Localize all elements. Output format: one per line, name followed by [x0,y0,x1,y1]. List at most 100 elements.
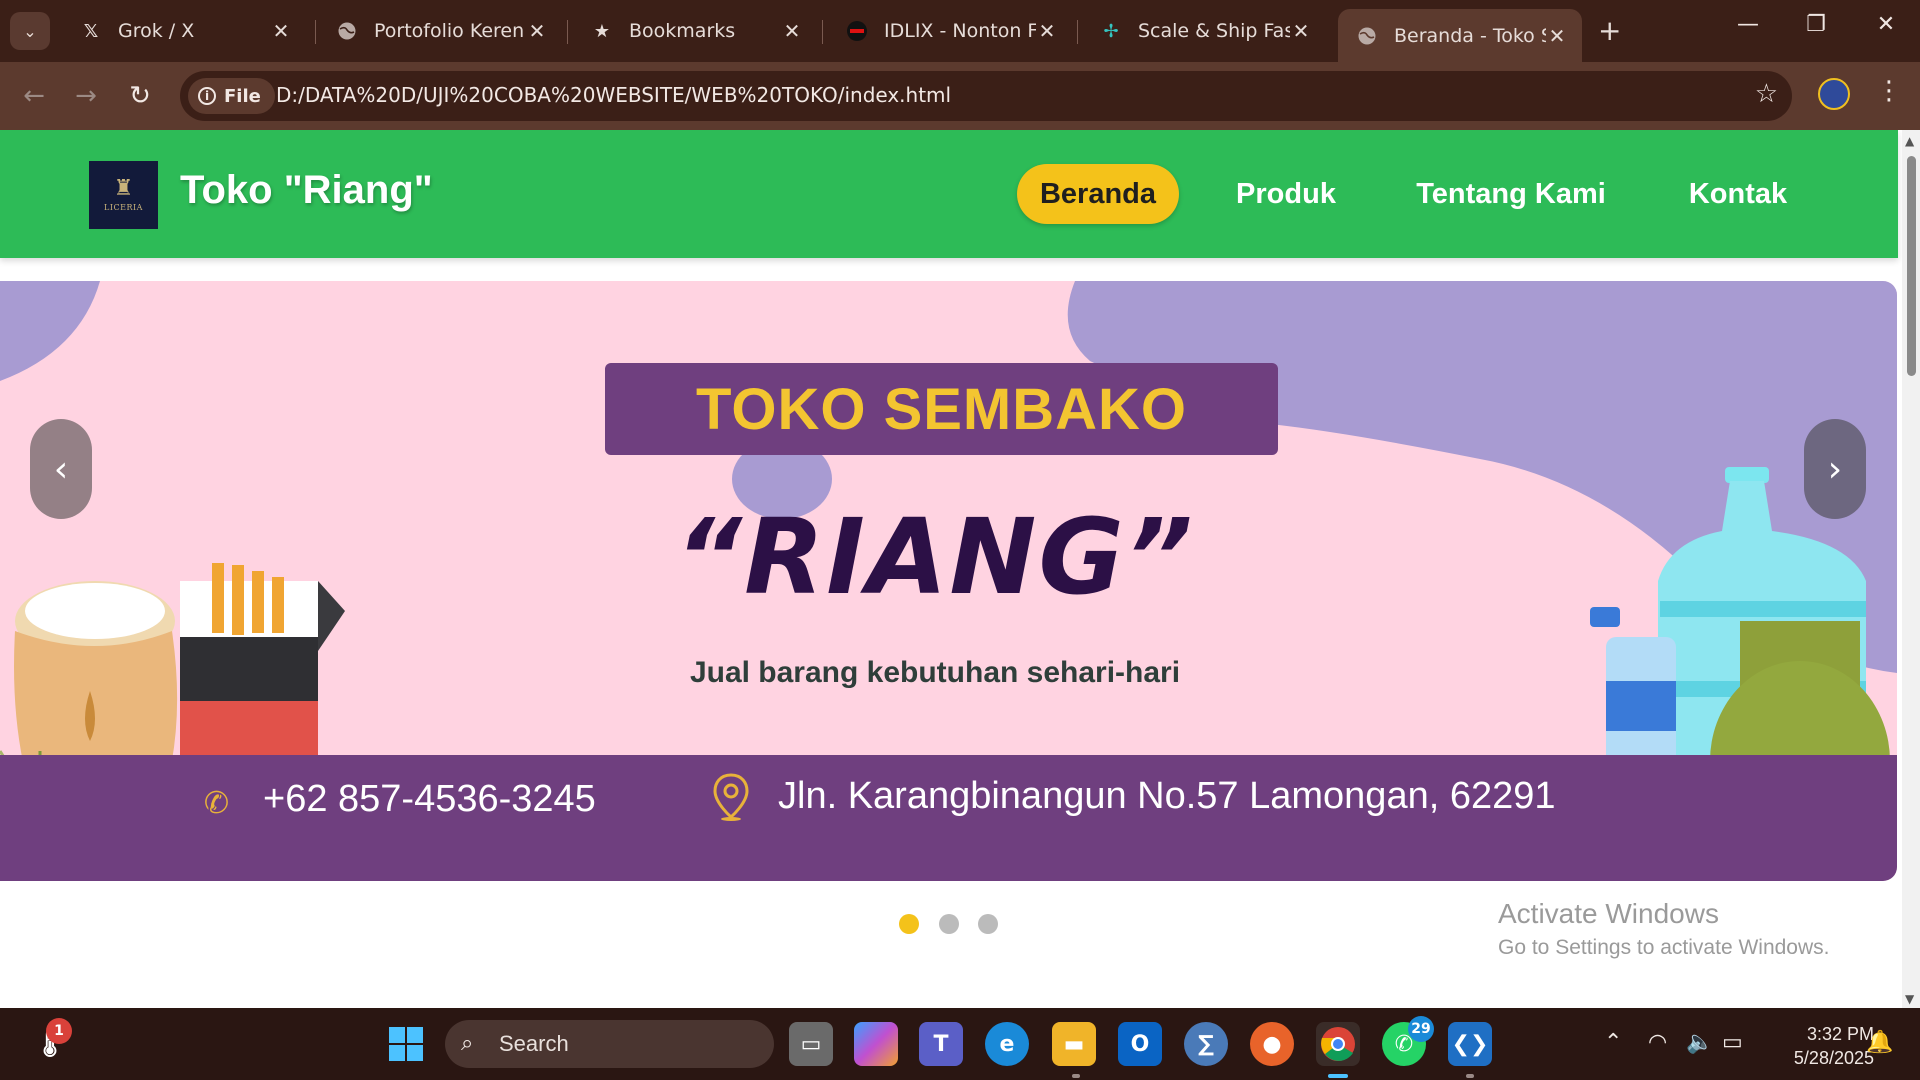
browser-tab[interactable]: Portofolio Keren ✕ [318,9,562,53]
tab-search-button[interactable]: ⌄ [10,12,50,50]
file-chip-label: File [224,85,261,107]
arrow-right-icon: → [75,81,97,111]
scroll-thumb[interactable] [1907,156,1916,376]
nav-beranda[interactable]: Beranda [1017,164,1179,224]
hero-banner-slide: TOKO SEMBAKO “RIANG” Jual barang kebutuh… [0,281,1897,881]
site-logo[interactable]: ♜ LICERIA [89,161,158,229]
new-tab-button[interactable]: + [1598,14,1621,47]
chevron-left-icon: ‹ [53,448,69,490]
carousel-prev-button[interactable]: ‹ [30,419,92,519]
address-bar[interactable]: i File D:/DATA%20D/UJI%20COBA%20WEBSITE/… [180,71,1792,121]
whatsapp-badge: 29 [1408,1016,1434,1042]
file-explorer-icon[interactable]: ▬ [1052,1022,1096,1066]
browser-tab[interactable]: IDLIX - Nonton Film ✕ [828,9,1072,53]
taskbar-search[interactable]: ⌕ Search [445,1020,774,1068]
site-info-chip[interactable]: i File [188,78,275,114]
volume-muted-icon[interactable]: 🔈 [1686,1030,1713,1055]
vscode-icon[interactable]: ❮❯ [1448,1022,1492,1066]
browser-tab[interactable]: ★ Bookmarks ✕ [573,9,817,53]
browser-tab[interactable]: 𝕏 Grok / X ✕ [62,9,306,53]
page-scrollbar[interactable]: ▲ ▼ [1902,130,1920,1008]
banner-title: TOKO SEMBAKO [605,363,1278,455]
globe-icon [336,20,358,42]
calculator-app-icon[interactable]: ∑ [1184,1022,1228,1066]
banner-store-name: “RIANG” [675,496,1195,618]
banner-tagline: Jual barang kebutuhan sehari-hari [689,656,1181,689]
close-tab-icon[interactable]: ✕ [781,19,803,43]
restore-button[interactable]: ❐ [1796,12,1836,37]
watermark-subtitle: Go to Settings to activate Windows. [1498,936,1830,959]
site-header: ♜ LICERIA Toko "Riang" Beranda Produk Te… [0,130,1898,258]
outlook-icon[interactable]: O [1118,1022,1162,1066]
copilot-icon[interactable] [854,1022,898,1066]
battery-icon[interactable]: ▭ [1722,1030,1743,1055]
widget-badge: 1 [46,1018,72,1044]
firefox-icon[interactable]: ● [1250,1022,1294,1066]
carousel-next-button[interactable]: › [1804,419,1866,519]
wifi-icon[interactable]: ◠ [1648,1030,1667,1055]
forward-button[interactable]: → [66,76,106,116]
page-viewport: ♜ LICERIA Toko "Riang" Beranda Produk Te… [0,130,1902,1008]
arrow-left-icon: ← [23,81,45,111]
browser-tab[interactable]: ✢ Scale & Ship Faster ✕ [1082,9,1326,53]
search-placeholder: Search [499,1031,569,1056]
windows-start-icon[interactable] [384,1022,428,1066]
notification-bell-icon[interactable]: 🔔 [1866,1030,1893,1055]
chevron-right-icon: › [1827,448,1843,490]
close-window-button[interactable]: ✕ [1866,12,1906,37]
windows-taskbar: 🌡 1 ⌕ Search ▭ T e ▬ O ∑ ● ✆ 29 ❮❯ ⌃ ◠ 🔈… [0,1008,1920,1080]
tab-title: Grok / X [118,20,195,42]
close-tab-icon[interactable]: ✕ [1546,24,1568,48]
scroll-down-icon[interactable]: ▼ [1905,992,1914,1006]
scroll-up-icon[interactable]: ▲ [1905,134,1914,148]
url-text[interactable]: D:/DATA%20D/UJI%20COBA%20WEBSITE/WEB%20T… [276,83,951,107]
browser-tab-active[interactable]: Beranda - Toko Sembako ✕ [1338,9,1582,62]
watermark-title: Activate Windows [1498,898,1719,929]
chevron-up-icon[interactable]: ⌃ [1604,1030,1622,1055]
x-logo-icon: 𝕏 [83,20,99,42]
search-icon: ⌕ [461,1030,474,1055]
carousel-dot[interactable] [899,914,919,934]
activate-windows-watermark: Activate Windows Go to Settings to activ… [1498,898,1830,960]
edge-icon[interactable]: e [985,1022,1029,1066]
clock-time: 3:32 PM [1806,1024,1874,1044]
clock-date: 5/28/2025 [1793,1048,1874,1068]
carousel-dot[interactable] [978,914,998,934]
bookmark-star-icon[interactable]: ☆ [1755,79,1778,109]
teams-icon[interactable]: T [919,1022,963,1066]
idlix-icon [846,20,868,42]
close-tab-icon[interactable]: ✕ [1036,19,1058,43]
sparkle-icon: ✢ [1103,20,1119,42]
close-tab-icon[interactable]: ✕ [270,19,292,43]
close-tab-icon[interactable]: ✕ [526,19,548,43]
carousel-dot[interactable] [939,914,959,934]
task-view-icon[interactable]: ▭ [789,1022,833,1066]
browser-menu-icon[interactable]: ⋮ [1876,76,1902,106]
back-button[interactable]: ← [14,76,54,116]
star-icon: ★ [593,20,611,42]
nav-kontak[interactable]: Kontak [1668,164,1808,224]
globe-icon [1356,25,1378,47]
reload-icon: ↻ [129,81,151,111]
nav-produk[interactable]: Produk [1218,164,1354,224]
chevron-down-icon: ⌄ [23,21,37,41]
tab-title: Bookmarks [629,20,736,42]
nav-tentang-kami[interactable]: Tentang Kami [1392,164,1630,224]
tab-title: Scale & Ship Faster [1138,20,1290,42]
contact-address: Jln. Karangbinangun No.57 Lamongan, 6229… [778,775,1556,817]
close-tab-icon[interactable]: ✕ [1290,19,1312,43]
site-brand[interactable]: Toko "Riang" [180,168,433,213]
info-icon: i [198,87,216,105]
phone-icon: ✆ [204,786,230,821]
logo-emblem-icon: ♜ [113,176,134,201]
tab-title: IDLIX - Nonton Film [884,20,1036,42]
tab-title: Beranda - Toko Sembako [1394,24,1546,47]
minimize-button[interactable]: — [1728,12,1768,37]
profile-avatar[interactable] [1818,78,1850,110]
logo-text: LICERIA [104,203,143,212]
chrome-icon[interactable] [1316,1022,1360,1066]
browser-toolbar: ← → ↻ i File D:/DATA%20D/UJI%20COBA%20WE… [0,62,1920,130]
browser-tab-bar: ⌄ 𝕏 Grok / X ✕ Portofolio Keren ✕ ★ Book… [0,0,1920,62]
reload-button[interactable]: ↻ [120,76,160,116]
system-clock[interactable]: 3:32 PM 5/28/2025 [1764,1022,1874,1070]
